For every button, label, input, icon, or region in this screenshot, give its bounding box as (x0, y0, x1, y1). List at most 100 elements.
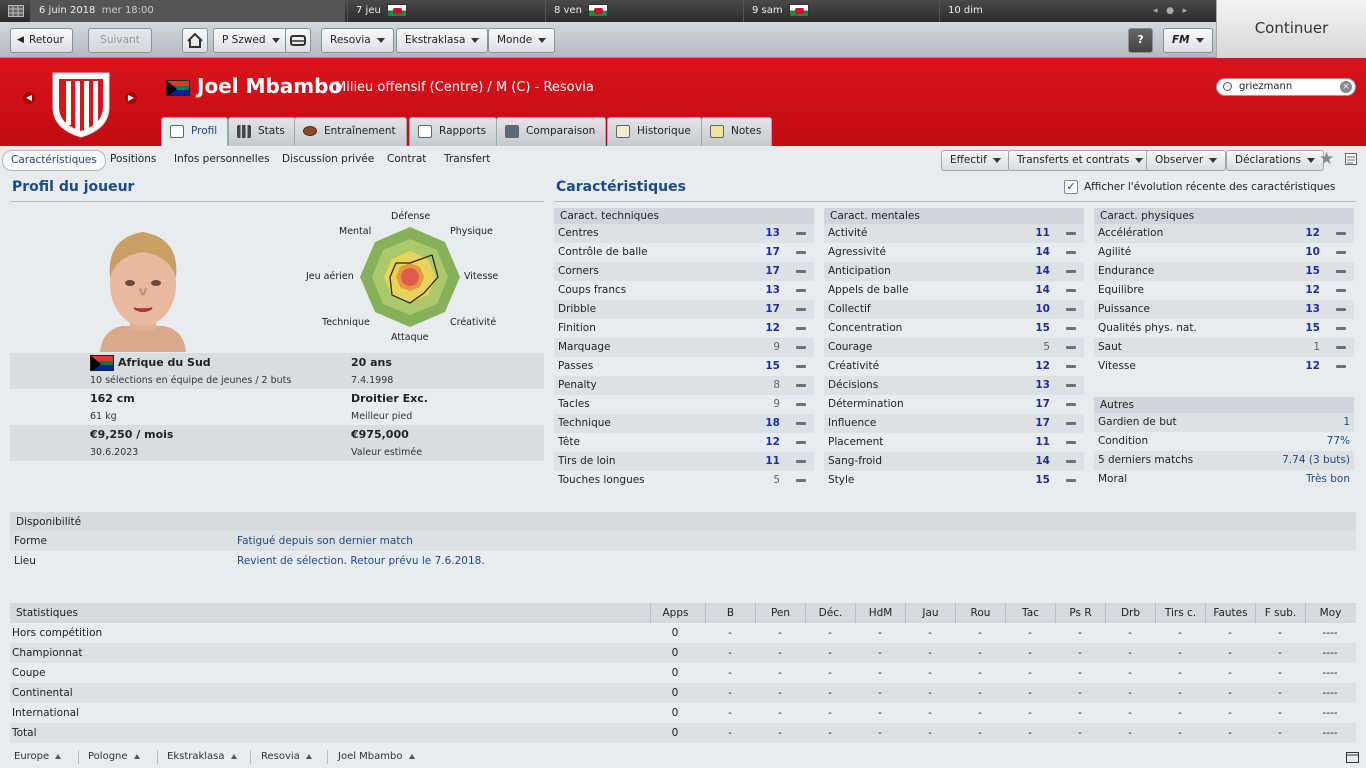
attribute-row-tete[interactable]: Tête 12 (554, 433, 814, 452)
squad-menu-button[interactable]: Effectif (941, 150, 1010, 171)
attribute-row-controle-de-balle[interactable]: Contrôle de balle 17 (554, 243, 814, 262)
window-toggle-icon[interactable] (1346, 752, 1360, 764)
stats-column-dec[interactable]: Déc. (805, 603, 855, 623)
attribute-row-tirs-de-loin[interactable]: Tirs de loin 11 (554, 452, 814, 471)
attribute-row-style[interactable]: Style 15 (824, 471, 1084, 490)
attribute-row-equilibre[interactable]: Equilibre 12 (1094, 281, 1354, 300)
stats-column-rou[interactable]: Rou (955, 603, 1005, 623)
tab-comparaison[interactable]: Comparaison (496, 117, 607, 146)
menu-list-icon[interactable] (1345, 153, 1359, 167)
stats-column-fautes[interactable]: Fautes (1205, 603, 1255, 623)
attribute-row-decisions[interactable]: Décisions 13 (824, 376, 1084, 395)
attribute-row-finition[interactable]: Finition 12 (554, 319, 814, 338)
attribute-row-moral[interactable]: Moral Très bon (1094, 470, 1354, 489)
attribute-row-anticipation[interactable]: Anticipation 14 (824, 262, 1084, 281)
breadcrumb-item-europe[interactable]: Europe (14, 751, 62, 762)
calendar-icon[interactable] (0, 0, 32, 22)
subtab-caracteristiques[interactable]: Caractéristiques (2, 150, 106, 171)
attribute-row-appels-de-balle[interactable]: Appels de balle 14 (824, 281, 1084, 300)
attribute-row-penalty[interactable]: Penalty 8 (554, 376, 814, 395)
attribute-row-sang-froid[interactable]: Sang-froid 14 (824, 452, 1084, 471)
search-input[interactable]: griezmann × (1216, 78, 1356, 96)
breadcrumb-item-joel-mbambo[interactable]: Joel Mbambo (338, 751, 415, 762)
tab-profil[interactable]: Profil (161, 117, 229, 146)
subtab-infos-personnelles[interactable]: Infos personnelles (166, 150, 278, 171)
attribute-row-touches-longues[interactable]: Touches longues 5 (554, 471, 814, 490)
breadcrumb-item-resovia[interactable]: Resovia (261, 751, 312, 762)
tab-rapports[interactable]: Rapports (409, 117, 498, 146)
stats-column-tac[interactable]: Tac (1005, 603, 1055, 623)
world-menu[interactable]: Monde (488, 28, 556, 53)
stats-column-ps-r[interactable]: Ps R (1055, 603, 1105, 623)
stats-column-moy[interactable]: Moy (1305, 603, 1355, 623)
star-icon[interactable]: ★ (1319, 149, 1334, 169)
stats-column-pen[interactable]: Pen (755, 603, 805, 623)
stats-row-total[interactable]: Total 0- - - - - - - - - - - - ---- (10, 723, 1356, 743)
stats-row-championnat[interactable]: Championnat 0- - - - - - - - - - - - ---- (10, 643, 1356, 663)
attribute-row-placement[interactable]: Placement 11 (824, 433, 1084, 452)
attribute-row-marquage[interactable]: Marquage 9 (554, 338, 814, 357)
league-menu[interactable]: Ekstraklasa (396, 28, 489, 53)
attribute-row-dribble[interactable]: Dribble 17 (554, 300, 814, 319)
stats-column-b[interactable]: B (705, 603, 755, 623)
help-button[interactable]: ? (1128, 28, 1153, 53)
stats-column-apps[interactable]: Apps (650, 603, 700, 623)
stats-column-hdm[interactable]: HdM (855, 603, 905, 623)
inbox-button[interactable] (285, 28, 311, 53)
calendar-next-icon[interactable]: ▸ (1183, 6, 1188, 16)
calendar-day-8[interactable]: 8 ven (545, 0, 744, 22)
breadcrumb-item-pologne[interactable]: Pologne (88, 751, 140, 762)
continue-button[interactable]: Continuer (1216, 0, 1366, 58)
stats-column-drb[interactable]: Drb (1105, 603, 1155, 623)
calendar-day-10[interactable]: 10 dim (939, 0, 1139, 22)
attribute-row-endurance[interactable]: Endurance 15 (1094, 262, 1354, 281)
attribute-row-determination[interactable]: Détermination 17 (824, 395, 1084, 414)
attribute-row-tacles[interactable]: Tacles 9 (554, 395, 814, 414)
subtab-discussion-privee[interactable]: Discussion privée (274, 150, 382, 171)
attribute-row-qualites-phys-nat[interactable]: Qualités phys. nat. 15 (1094, 319, 1354, 338)
attribute-row-gardien-de-but[interactable]: Gardien de but 1 (1094, 413, 1354, 432)
attribute-row-centres[interactable]: Centres 13 (554, 224, 814, 243)
attribute-row-corners[interactable]: Corners 17 (554, 262, 814, 281)
subtab-contrat[interactable]: Contrat (379, 150, 434, 171)
attribute-row-technique[interactable]: Technique 18 (554, 414, 814, 433)
next-player-icon[interactable]: ▶ (125, 92, 137, 104)
attribute-row-concentration[interactable]: Concentration 15 (824, 319, 1084, 338)
attribute-row-acceleration[interactable]: Accélération 12 (1094, 224, 1354, 243)
declarations-menu-button[interactable]: Déclarations (1226, 150, 1325, 171)
back-button[interactable]: ◀ Retour (10, 28, 73, 53)
stats-column-tirs-c[interactable]: Tirs c. (1155, 603, 1205, 623)
subtab-positions[interactable]: Positions (102, 150, 164, 171)
forward-button[interactable]: Suivant (88, 28, 152, 53)
attribute-row-influence[interactable]: Influence 17 (824, 414, 1084, 433)
attribute-row-coups-francs[interactable]: Coups francs 13 (554, 281, 814, 300)
attribute-row-passes[interactable]: Passes 15 (554, 357, 814, 376)
home-button[interactable] (182, 28, 208, 53)
fm-menu[interactable]: FM (1163, 28, 1213, 53)
stats-row-international[interactable]: International 0- - - - - - - - - - - - ---- (10, 703, 1356, 723)
attribute-row-creativite[interactable]: Créativité 12 (824, 357, 1084, 376)
scout-menu-button[interactable]: Observer (1146, 150, 1227, 171)
availability-value[interactable]: Revient de sélection. Retour prévu le 7.… (237, 551, 485, 571)
tab-notes[interactable]: Notes (701, 117, 773, 146)
attribute-row-vitesse[interactable]: Vitesse 12 (1094, 357, 1354, 376)
stats-row-hors-competition[interactable]: Hors compétition 0- - - - - - - - - - - - ---- (10, 623, 1356, 643)
availability-value[interactable]: Fatigué depuis son dernier match (237, 531, 413, 551)
clear-search-icon[interactable]: × (1340, 81, 1352, 93)
club-menu[interactable]: Resovia (321, 28, 394, 53)
attribute-row-puissance[interactable]: Puissance 13 (1094, 300, 1354, 319)
manager-menu[interactable]: P Szwed (213, 28, 289, 53)
attribute-row-activite[interactable]: Activité 11 (824, 224, 1084, 243)
show-recent-checkbox[interactable]: ✓ (1064, 180, 1078, 194)
breadcrumb-item-ekstraklasa[interactable]: Ekstraklasa (167, 751, 237, 762)
calendar-day-9[interactable]: 9 sam (743, 0, 938, 22)
tab-historique[interactable]: Historique (607, 117, 702, 146)
stats-column-f-sub[interactable]: F sub. (1255, 603, 1305, 623)
attribute-row-collectif[interactable]: Collectif 10 (824, 300, 1084, 319)
calendar-today-icon[interactable]: ● (1166, 6, 1174, 16)
subtab-transfert[interactable]: Transfert (436, 150, 498, 171)
attribute-row-5-derniers-matchs[interactable]: 5 derniers matchs 7.74 (3 buts) (1094, 451, 1354, 470)
attribute-row-agressivite[interactable]: Agressivité 14 (824, 243, 1084, 262)
attribute-row-condition[interactable]: Condition 77% (1094, 432, 1354, 451)
calendar-prev-icon[interactable]: ◂ (1153, 6, 1158, 16)
